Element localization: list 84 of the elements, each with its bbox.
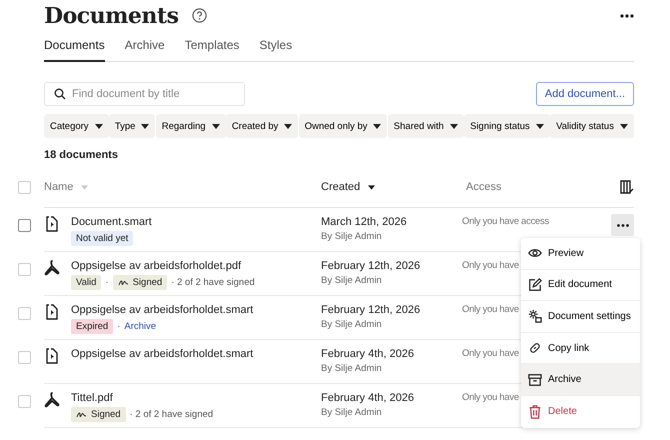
- filter-dropdown[interactable]: Created by: [226, 114, 298, 138]
- search-field[interactable]: Find document by title: [44, 82, 245, 106]
- access-text: Only you have access: [462, 216, 549, 227]
- menu-item[interactable]: Delete: [521, 396, 640, 428]
- filter-dropdown[interactable]: Regarding: [156, 114, 226, 138]
- page-title: Documents: [44, 2, 178, 28]
- access-text: Only you have: [462, 348, 519, 359]
- menu-item[interactable]: Edit document: [521, 270, 640, 302]
- access-text: Only you have: [462, 304, 519, 315]
- tab[interactable]: Styles: [259, 38, 292, 62]
- created-by: By Silje Admin: [321, 319, 383, 330]
- document-name[interactable]: Document.smart: [71, 216, 321, 228]
- filter-dropdown[interactable]: Category: [44, 114, 109, 138]
- help-icon[interactable]: [192, 8, 208, 23]
- signature-icon: [118, 279, 129, 286]
- row-checkbox[interactable]: [18, 219, 31, 232]
- document-name[interactable]: Oppsigelse av arbeidsforholdet.pdf: [71, 260, 321, 272]
- status-badge: Expired: [71, 319, 114, 334]
- more-icon[interactable]: [620, 14, 634, 18]
- document-name[interactable]: Oppsigelse av arbeidsforholdet.smart: [71, 304, 321, 316]
- signed-badge: Signed: [71, 407, 126, 422]
- column-header[interactable]: Created: [321, 181, 466, 193]
- meta-text: ·: [117, 321, 120, 332]
- select-all-checkbox[interactable]: [18, 180, 31, 194]
- created-by: By Silje Admin: [321, 407, 383, 418]
- archive-link[interactable]: Archive: [124, 321, 156, 332]
- document-icon: [44, 348, 60, 364]
- filter-dropdown[interactable]: Signing status: [464, 114, 550, 138]
- menu-item[interactable]: Preview: [521, 238, 640, 270]
- settings-icon: [528, 309, 542, 324]
- caret-icon: [94, 124, 103, 128]
- row-checkbox[interactable]: [18, 263, 31, 276]
- column-header[interactable]: Access: [466, 181, 620, 193]
- pdf-icon: [44, 260, 60, 276]
- column-header[interactable]: Name: [44, 181, 321, 193]
- caret-icon: [620, 124, 628, 128]
- meta-text: ·: [105, 277, 109, 288]
- sort-caret-icon: [368, 184, 376, 190]
- menu-item[interactable]: Archive: [521, 364, 640, 396]
- caret-icon: [212, 124, 220, 128]
- access-text: Only you have: [462, 260, 519, 271]
- filter-dropdown[interactable]: Owned only by: [298, 114, 388, 138]
- tab[interactable]: Templates: [184, 38, 240, 62]
- tab[interactable]: Documents: [44, 38, 105, 62]
- row-menu-button[interactable]: [611, 214, 634, 236]
- caret-icon: [450, 124, 458, 128]
- created-by: By Silje Admin: [321, 275, 383, 286]
- search-icon: [54, 88, 66, 100]
- delete-icon: [528, 404, 542, 419]
- caret-icon: [373, 124, 382, 128]
- document-name[interactable]: Oppsigelse av arbeidsforholdet.smart: [71, 348, 321, 360]
- caret-icon: [284, 124, 292, 128]
- created-by: By Silje Admin: [321, 231, 383, 242]
- meta-text: · 2 of 2 have signed: [171, 277, 255, 288]
- tab[interactable]: Archive: [124, 38, 165, 62]
- menu-item[interactable]: Copy link: [521, 332, 640, 364]
- document-name[interactable]: Tittel.pdf: [71, 392, 321, 404]
- filter-dropdown[interactable]: Type: [108, 114, 156, 138]
- edit-icon: [528, 278, 542, 292]
- caret-icon: [141, 124, 150, 128]
- link-icon: [528, 341, 542, 356]
- archive-icon: [528, 372, 542, 387]
- meta-text: · 2 of 2 have signed: [130, 409, 214, 420]
- status-badge: Valid: [71, 275, 102, 290]
- more-icon: [616, 224, 628, 226]
- row-checkbox[interactable]: [18, 395, 31, 408]
- signed-badge: Signed: [112, 275, 168, 290]
- columns-edit-icon[interactable]: [620, 180, 634, 194]
- filter-dropdown[interactable]: Shared with: [388, 114, 464, 138]
- created-by: By Silje Admin: [321, 363, 383, 374]
- menu-item[interactable]: Document settings: [521, 301, 640, 333]
- access-text: Only you have: [462, 392, 519, 403]
- add-document-button[interactable]: Add document...: [536, 82, 634, 106]
- status-badge: Not valid yet: [71, 231, 134, 246]
- sort-caret-icon: [81, 184, 88, 190]
- row-checkbox[interactable]: [18, 351, 31, 364]
- pdf-icon: [44, 392, 60, 408]
- filter-dropdown[interactable]: Validity status: [550, 114, 634, 138]
- caret-icon: [536, 124, 544, 128]
- row-checkbox[interactable]: [18, 307, 31, 320]
- document-icon: [44, 304, 60, 320]
- document-icon: [44, 216, 60, 232]
- signature-icon: [76, 411, 87, 418]
- document-count: 18 documents: [44, 149, 119, 161]
